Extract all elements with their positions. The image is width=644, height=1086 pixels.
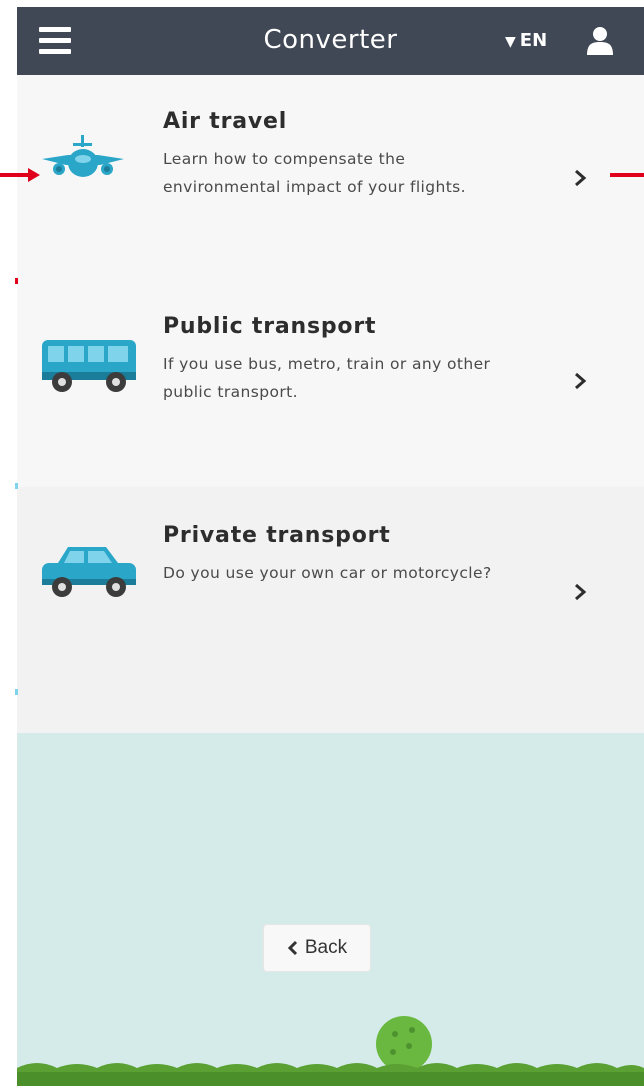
language-selector[interactable]: ▼ EN — [505, 30, 547, 51]
side-marker — [15, 483, 18, 489]
item-title: Private transport — [163, 523, 391, 548]
chevron-right-icon[interactable] — [573, 372, 587, 390]
language-label: EN — [519, 30, 548, 51]
list-item-non-motorized-transport[interactable] — [17, 693, 644, 733]
chevron-right-icon[interactable] — [573, 169, 587, 187]
list-item-air-travel[interactable]: Air travel Learn how to compensate the e… — [17, 75, 644, 280]
item-description: If you use bus, metro, train or any othe… — [163, 355, 491, 401]
back-button[interactable]: Back — [264, 925, 370, 971]
footer-area: Back — [17, 733, 644, 1086]
app-window: Converter ▼ EN Air travel Learn how to co… — [17, 7, 644, 1086]
triangle-down-icon: ▼ — [505, 34, 516, 50]
car-icon — [42, 547, 136, 597]
item-title: Air travel — [163, 109, 288, 134]
chevron-right-icon[interactable] — [573, 583, 587, 601]
user-icon[interactable] — [586, 26, 614, 56]
bus-icon — [42, 340, 136, 392]
annotation-arrow-right — [610, 173, 644, 177]
side-marker — [15, 689, 18, 695]
chevron-left-icon — [287, 940, 297, 956]
page-title: Converter — [263, 25, 398, 55]
top-bar: Converter ▼ EN — [17, 7, 644, 75]
annotation-arrow-left — [0, 168, 40, 182]
airplane-icon — [42, 135, 124, 177]
side-marker — [15, 278, 18, 284]
item-description: Do you use your own car or motorcycle? — [163, 564, 492, 582]
item-title: Public transport — [163, 314, 377, 339]
list-item-private-transport[interactable]: Private transport Do you use your own ca… — [17, 487, 644, 693]
item-description: Learn how to compensate the environmenta… — [163, 150, 466, 196]
list-item-public-transport[interactable]: Public transport If you use bus, metro, … — [17, 280, 644, 487]
back-label: Back — [304, 937, 348, 958]
grass-illustration — [17, 1016, 644, 1086]
